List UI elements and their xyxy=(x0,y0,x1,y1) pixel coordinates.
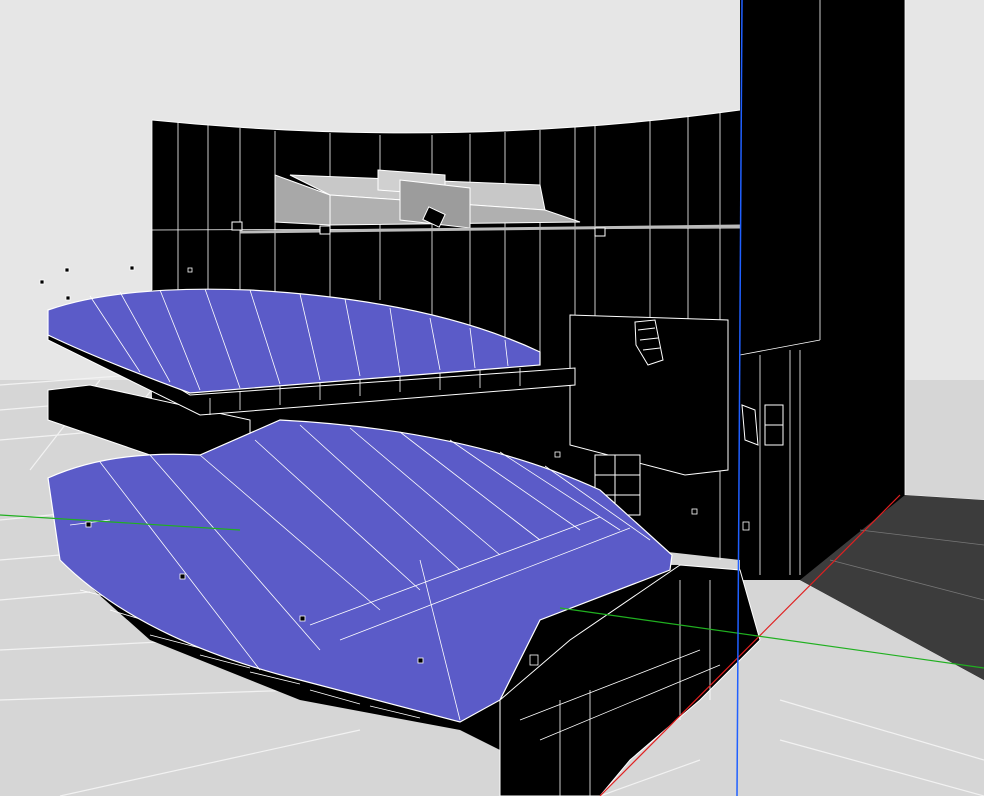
scene-canvas[interactable] xyxy=(0,0,984,796)
3d-viewport[interactable] xyxy=(0,0,984,796)
